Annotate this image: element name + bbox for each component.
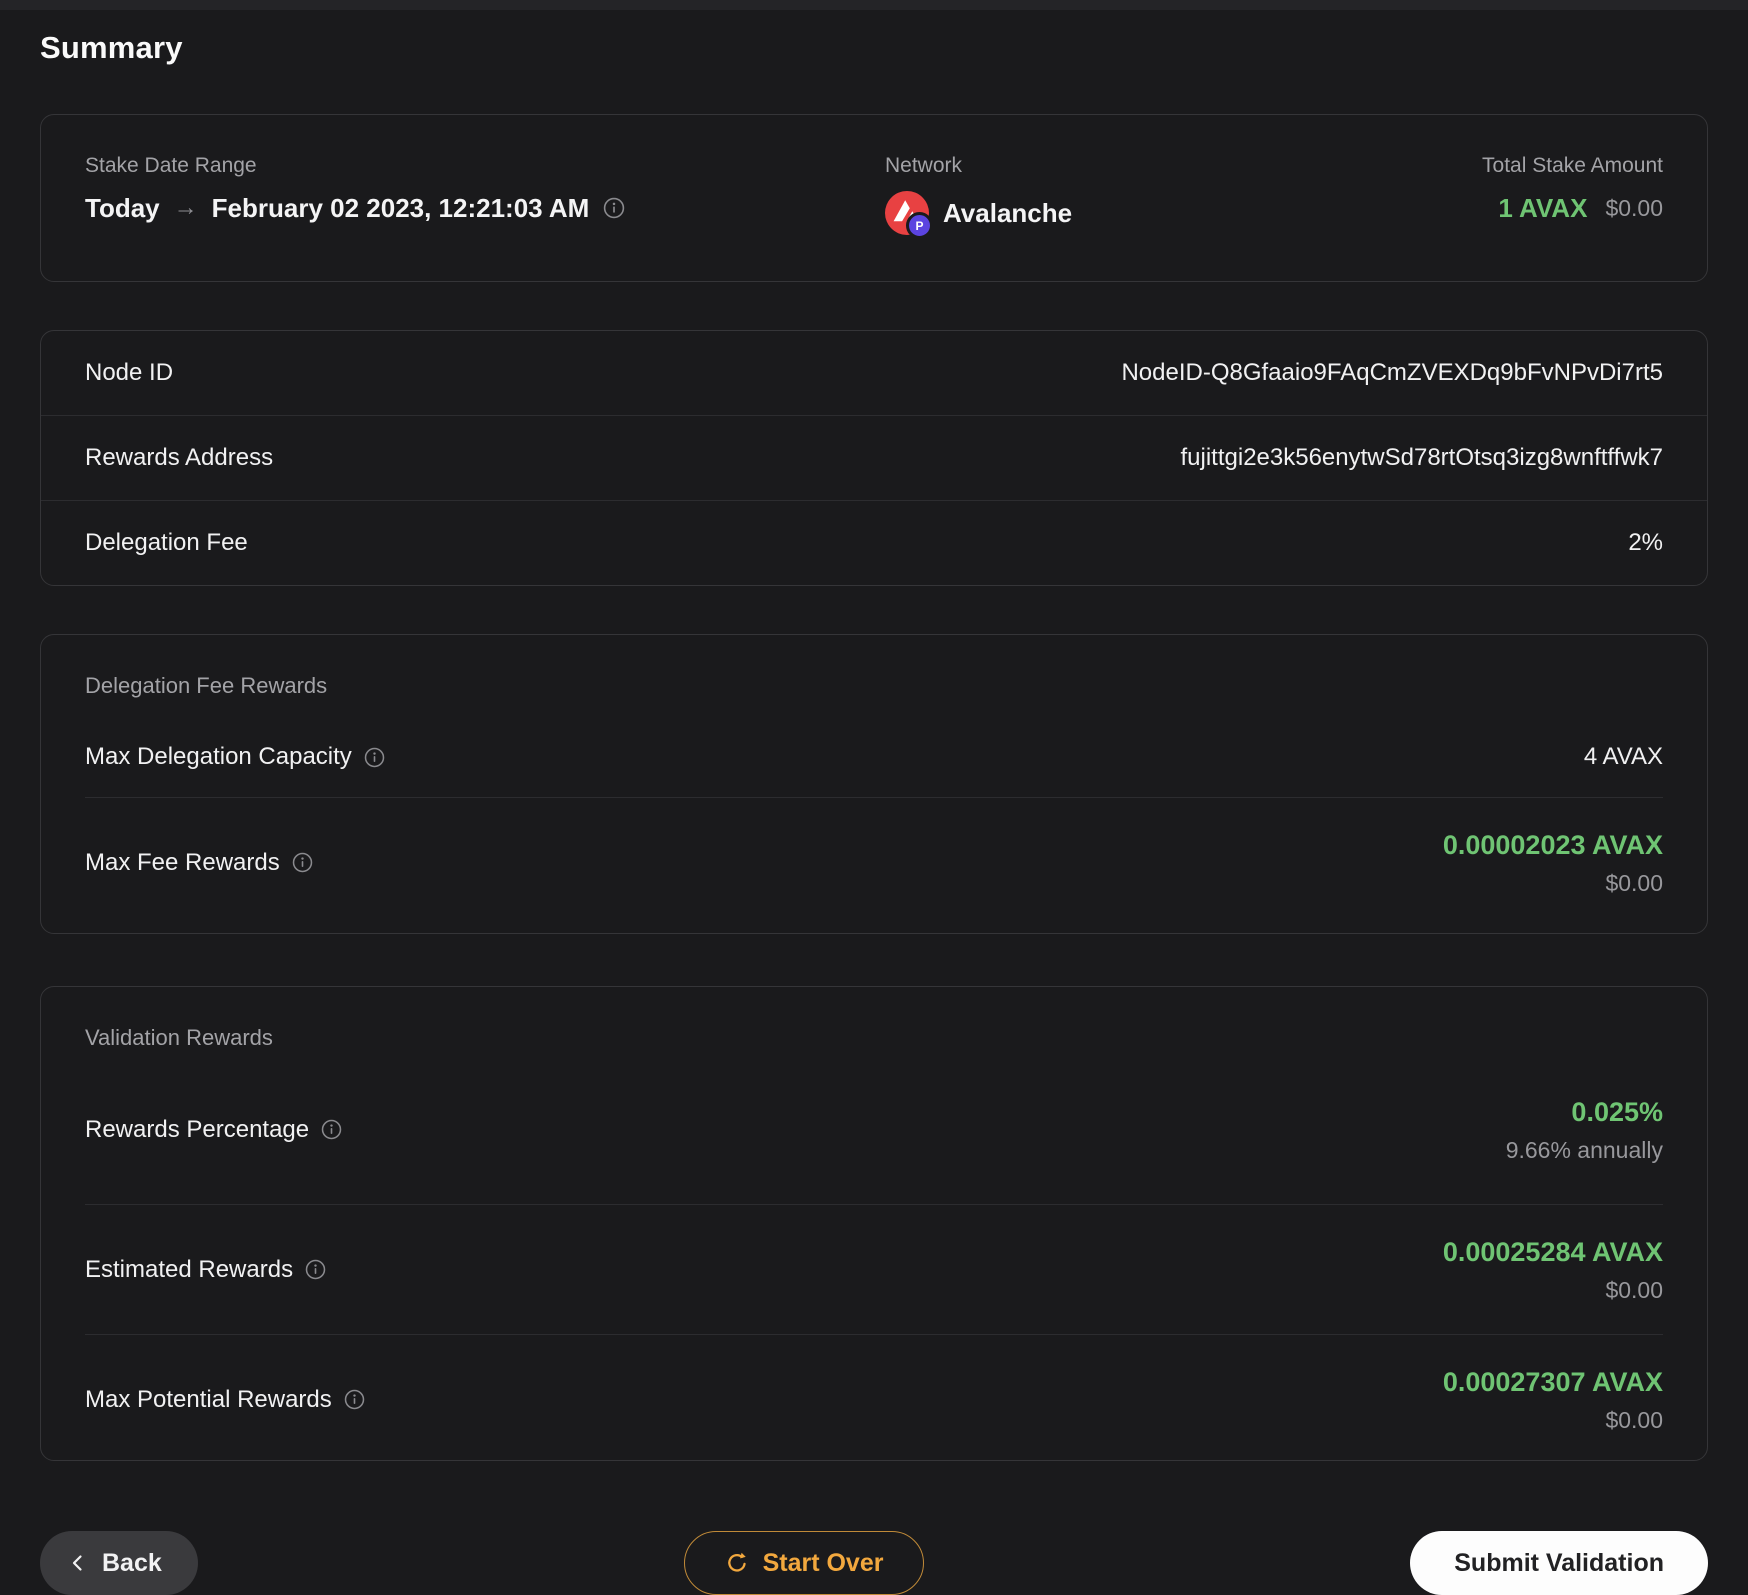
max-delegation-capacity-text: Max Delegation Capacity [85,743,352,770]
max-potential-rewards-value-group: 0.00027307 AVAX $0.00 [1443,1365,1663,1434]
max-potential-rewards-label: Max Potential Rewards [85,1386,365,1414]
max-delegation-capacity-value: 4 AVAX [1583,743,1663,770]
date-to: February 02 2023, 12:21:03 AM [211,193,590,223]
estimated-rewards-value: 0.00025284 AVAX [1442,1237,1663,1267]
chevron-left-icon [68,1553,88,1573]
total-stake-label: Total Stake Amount [1482,154,1663,177]
table-row-delegation-fee: Delegation Fee 2% [41,500,1707,585]
total-stake-amount: 1 AVAX [1498,193,1588,223]
info-icon[interactable] [603,197,625,219]
footer-actions: Back Start Over Submit Validation [40,1531,1708,1595]
total-stake-usd: $0.00 [1605,195,1663,221]
network-value: P Avalanche [885,191,1265,239]
delegation-fee-label: Delegation Fee [85,529,248,556]
avalanche-logo-icon: P [885,191,933,239]
table-row-rewards-address: Rewards Address fujittgi2e3k56enytwSd78r… [41,415,1707,500]
summary-page: Summary Stake Date Range Today → Februar… [0,26,1748,1595]
max-potential-rewards-text: Max Potential Rewards [85,1385,332,1413]
top-edge-strip [0,0,1748,10]
max-delegation-capacity-row: Max Delegation Capacity 4 AVAX [85,699,1663,797]
delegation-fee-rewards-title: Delegation Fee Rewards [85,673,328,698]
date-from: Today [85,193,160,223]
max-fee-rewards-label: Max Fee Rewards [85,849,313,877]
submit-validation-button-label: Submit Validation [1454,1548,1664,1577]
start-over-button[interactable]: Start Over [683,1531,925,1595]
rewards-percentage-text: Rewards Percentage [85,1115,310,1143]
start-over-button-label: Start Over [762,1548,884,1577]
submit-validation-button[interactable]: Submit Validation [1410,1531,1708,1595]
arrow-right-icon: → [173,194,198,221]
stake-date-range-section: Stake Date Range Today → February 02 202… [85,153,885,235]
node-details-card: Node ID NodeID-Q8Gfaaio9FAqCmZVEXDq9bFvN… [40,330,1708,586]
max-delegation-capacity-label: Max Delegation Capacity [85,743,385,771]
info-icon[interactable] [321,1119,342,1140]
info-icon[interactable] [305,1259,326,1280]
max-fee-rewards-text: Max Fee Rewards [85,848,280,876]
rewards-percentage-value-group: 0.025% 9.66% annually [1506,1095,1663,1164]
info-icon[interactable] [292,852,313,873]
validation-rewards-card: Validation Rewards Rewards Percentage 0.… [40,986,1708,1461]
rewards-percentage-row: Rewards Percentage 0.025% 9.66% annually [85,1051,1663,1204]
max-potential-rewards-usd: $0.00 [1605,1407,1663,1433]
stake-date-range-value: Today → February 02 2023, 12:21:03 AM [85,191,885,225]
network-label: Network [885,154,963,177]
max-fee-rewards-usd: $0.00 [1605,870,1663,896]
rewards-address-value: fujittgi2e3k56enytwSd78rtOtsq3izg8wnftff… [1180,444,1664,471]
table-row-node-id: Node ID NodeID-Q8Gfaaio9FAqCmZVEXDq9bFvN… [41,331,1707,415]
estimated-rewards-text: Estimated Rewards [85,1255,294,1283]
rewards-percentage-label: Rewards Percentage [85,1116,342,1144]
max-fee-rewards-row: Max Fee Rewards 0.00002023 AVAX $0.00 [85,797,1663,927]
total-stake-value: 1 AVAX $0.00 [1265,191,1663,225]
max-potential-rewards-value: 0.00027307 AVAX [1442,1367,1663,1397]
validation-rewards-title: Validation Rewards [85,1025,273,1050]
stake-date-range-label: Stake Date Range [85,154,257,177]
estimated-rewards-label: Estimated Rewards [85,1256,326,1284]
refresh-icon [725,1551,749,1575]
info-icon[interactable] [364,747,385,768]
node-id-label: Node ID [85,359,174,386]
network-name: Avalanche [943,198,1073,228]
info-icon[interactable] [344,1389,365,1410]
delegation-fee-value: 2% [1628,529,1663,556]
page-title: Summary [40,30,183,65]
back-button[interactable]: Back [40,1531,198,1595]
node-id-value: NodeID-Q8Gfaaio9FAqCmZVEXDq9bFvNPvDi7rt5 [1121,359,1663,386]
overview-card: Stake Date Range Today → February 02 202… [40,114,1708,282]
rewards-percentage-annual: 9.66% annually [1505,1137,1663,1163]
estimated-rewards-usd: $0.00 [1605,1277,1663,1303]
back-button-label: Back [102,1548,162,1577]
estimated-rewards-value-group: 0.00025284 AVAX $0.00 [1443,1235,1663,1304]
rewards-percentage-value: 0.025% [1571,1097,1663,1127]
delegation-fee-rewards-card: Delegation Fee Rewards Max Delegation Ca… [40,634,1708,934]
max-fee-rewards-value-group: 0.00002023 AVAX $0.00 [1443,828,1663,897]
max-potential-rewards-row: Max Potential Rewards 0.00027307 AVAX $0… [85,1334,1663,1460]
max-fee-rewards-value: 0.00002023 AVAX [1442,830,1663,860]
p-chain-badge: P [906,212,933,239]
rewards-address-label: Rewards Address [85,444,274,471]
estimated-rewards-row: Estimated Rewards 0.00025284 AVAX $0.00 [85,1204,1663,1334]
total-stake-section: Total Stake Amount 1 AVAX $0.00 [1265,153,1663,235]
network-section: Network P Avalanche [885,153,1265,239]
